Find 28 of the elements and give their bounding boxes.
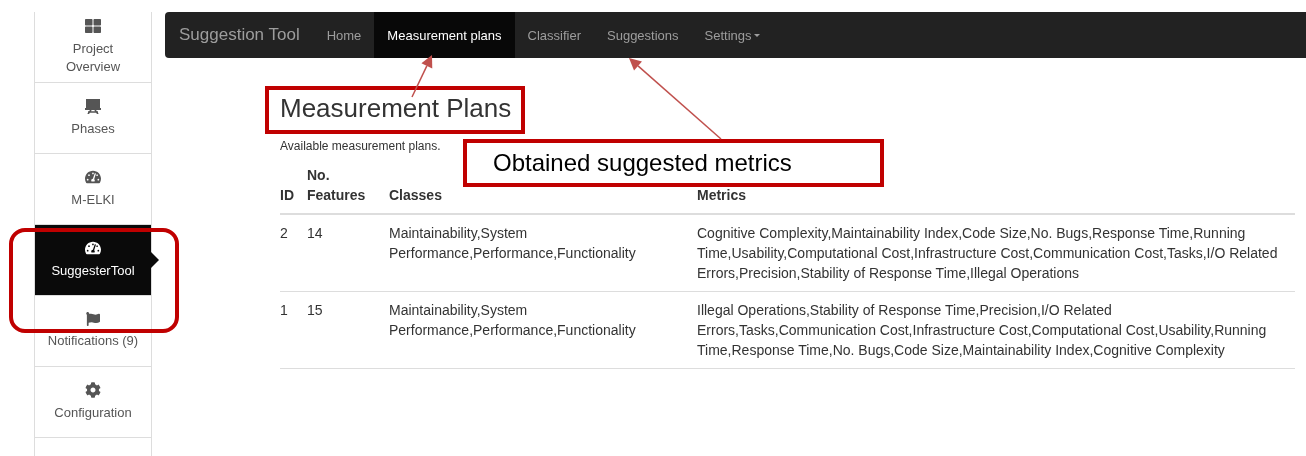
- table-cell: 15: [307, 291, 389, 369]
- nav-link[interactable]: Measurement plans: [374, 12, 515, 58]
- nav-link[interactable]: Settings: [691, 12, 773, 58]
- caret-icon: [753, 33, 760, 37]
- table-cell: Illegal Operations,Stability of Response Time,Precision,I/O Related Errors,Tasks,Communication Cost,Infrastructure Cost,Computational Cost,Usability,Running Time,Response Time,No. Bugs,Code Size,Maintainability Index,Cognitive Complexity: [697, 291, 1295, 369]
- table-cell: 2: [280, 214, 307, 292]
- table-cell: Maintainability,System Performance,Performance,Functionality: [389, 214, 697, 292]
- annotation-arrow: [411, 55, 433, 98]
- brand-title[interactable]: Suggestion Tool: [165, 12, 314, 58]
- table-cell: Maintainability,System Performance,Performance,Functionality: [389, 291, 697, 369]
- grid-icon: [85, 18, 101, 34]
- table-cell: Cognitive Complexity,Maintainability Index,Code Size,No. Bugs,Response Time,Running Time,Usability,Computational Cost,Infrastructure Cost,Communication Cost,Tasks,I/O Related Errors,Precision,Stability of Response Time,Illegal Operations: [697, 214, 1295, 292]
- gauge-icon: [85, 169, 101, 185]
- nav-link[interactable]: Classifier: [514, 12, 594, 58]
- page-heading: Measurement Plans: [280, 92, 512, 124]
- settings-icon: [85, 382, 101, 398]
- flag-icon: [86, 312, 100, 326]
- selection-pointer: [151, 252, 159, 268]
- easel-icon: [85, 98, 101, 114]
- gauge-icon: [85, 240, 101, 256]
- table-cell: 14: [307, 214, 389, 292]
- callout-label: Obtained suggested metrics: [463, 139, 884, 187]
- column-header: No. Features: [307, 159, 389, 214]
- nav-link[interactable]: Suggestions: [594, 12, 692, 58]
- table-cell: 1: [280, 291, 307, 369]
- page-subtitle: Available measurement plans.: [280, 138, 441, 154]
- nav-link[interactable]: Home: [313, 12, 375, 58]
- column-header: ID: [280, 159, 307, 214]
